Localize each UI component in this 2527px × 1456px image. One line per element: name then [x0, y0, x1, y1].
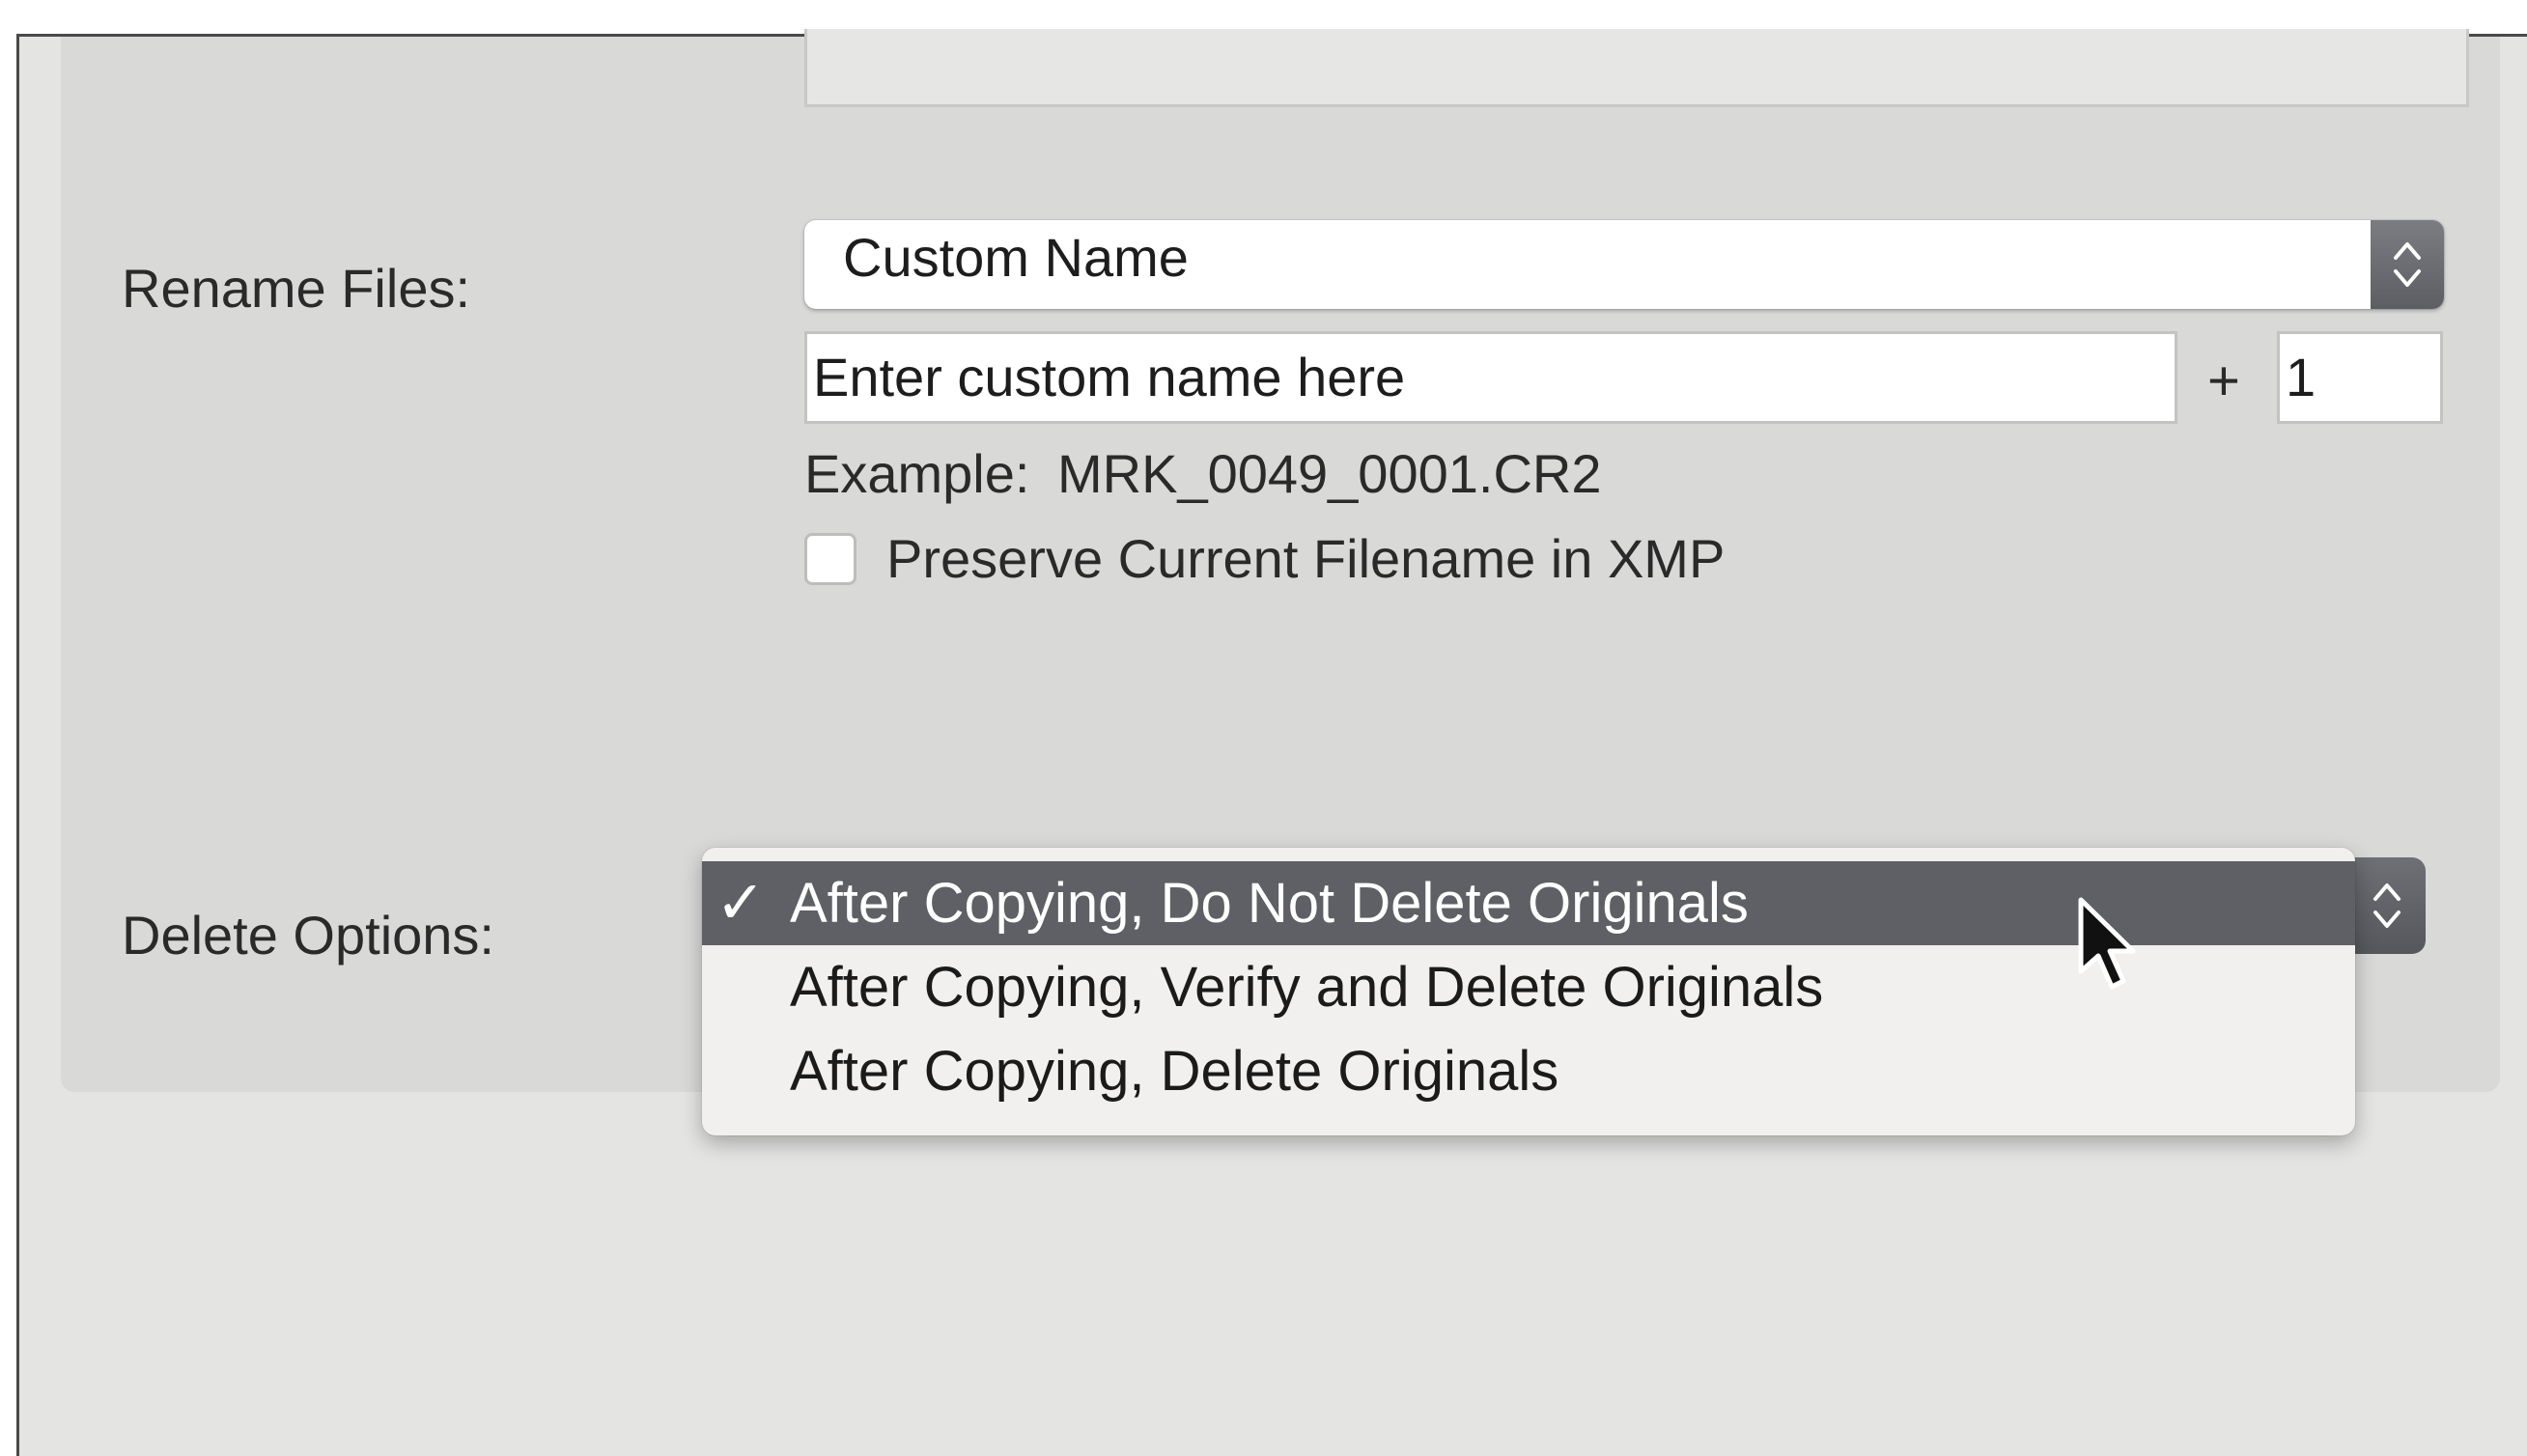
checkmark-icon: ✓ [716, 870, 766, 937]
example-filename: MRK_0049_0001.CR2 [1057, 443, 1602, 504]
custom-name-input[interactable]: Enter custom name here [804, 331, 2177, 424]
dialog-window: Rename Files: Custom Name Enter custom n… [16, 29, 2527, 1456]
mouse-pointer-icon [2078, 897, 2136, 990]
top-text-field[interactable] [804, 29, 2469, 107]
menu-item-label: After Copying, Do Not Delete Originals [790, 872, 1749, 935]
rename-files-selected: Custom Name [843, 227, 1189, 288]
start-number-input[interactable]: 1 [2277, 331, 2443, 424]
chevron-up-down-icon [2371, 220, 2444, 309]
rename-files-popup[interactable]: Custom Name [804, 220, 2444, 309]
preserve-filename-label: Preserve Current Filename in XMP [886, 528, 1726, 589]
menu-item-label: After Copying, Delete Originals [790, 1040, 1559, 1103]
menu-item-delete-originals[interactable]: After Copying, Delete Originals [702, 1029, 2355, 1113]
rename-files-label: Rename Files: [122, 258, 471, 319]
delete-options-label: Delete Options: [122, 905, 494, 966]
chevron-up-down-icon[interactable] [2348, 857, 2426, 954]
menu-item-label: After Copying, Verify and Delete Origina… [790, 956, 1824, 1019]
preserve-filename-checkbox[interactable] [804, 533, 856, 585]
plus-label: + [2207, 350, 2240, 412]
example-label: Example: [804, 443, 1030, 504]
